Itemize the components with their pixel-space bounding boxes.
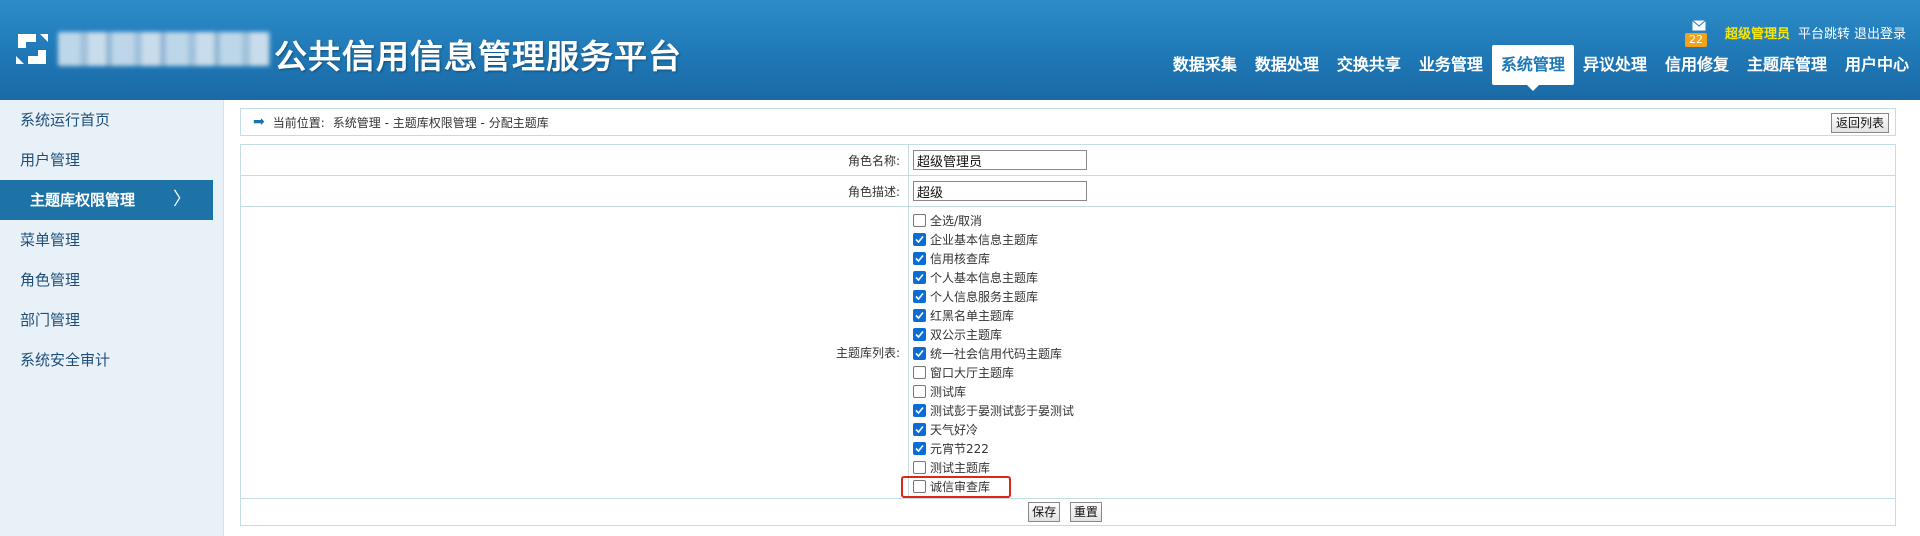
library-label: 企业基本信息主题库 <box>930 233 1039 247</box>
role-desc-input[interactable] <box>913 181 1087 201</box>
library-item[interactable]: 测试彭于晏测试彭于晏测试 <box>913 401 1895 420</box>
library-checkbox[interactable] <box>913 233 926 246</box>
site-title: 公共信用信息管理服务平台 <box>274 37 682 76</box>
library-item[interactable]: 天气好冷 <box>913 420 1895 439</box>
library-list-label: 主题库列表: <box>240 206 909 499</box>
select-all-label: 全选/取消 <box>930 214 983 228</box>
library-label: 窗口大厅主题库 <box>930 366 1015 380</box>
role-desc-label: 角色描述: <box>240 175 909 207</box>
current-user-name[interactable]: 超级管理员 <box>1725 23 1790 42</box>
library-list: 企业基本信息主题库 信用核查库个人基本信息主题库 个人信息服务主题库 红黑名单主题库双… <box>913 230 1895 496</box>
library-item[interactable]: 个人信息服务主题库 <box>913 287 1895 306</box>
platform-jump-link[interactable]: 平台跳转 <box>1798 23 1850 42</box>
library-checkbox[interactable] <box>913 309 926 322</box>
nav-item-3[interactable]: 业务管理 <box>1410 45 1492 85</box>
nav-item-1[interactable]: 数据处理 <box>1246 45 1328 85</box>
chevron-right-icon: 〉 <box>173 189 191 210</box>
library-checkbox[interactable] <box>913 347 926 360</box>
library-checkbox[interactable] <box>913 366 926 379</box>
library-label: 统一社会信用代码主题库 <box>930 347 1063 361</box>
library-label: 红黑名单主题库 <box>930 309 1015 323</box>
library-checkbox[interactable] <box>913 328 926 341</box>
library-checkbox[interactable] <box>913 423 926 436</box>
sidebar-item-4[interactable]: 角色管理 <box>0 260 223 300</box>
role-name-label: 角色名称: <box>240 144 909 176</box>
role-name-input[interactable] <box>913 150 1087 170</box>
role-form: 角色名称: 角色描述: 主题库列表: 全选/取消 企业基本信息主题库信用核查库个… <box>240 144 1896 526</box>
select-all-row[interactable]: 全选/取消 <box>913 211 1895 230</box>
mail-button[interactable]: 22 <box>1684 20 1713 47</box>
logo-icon <box>16 34 48 64</box>
library-label: 个人基本信息主题库 <box>930 271 1039 285</box>
library-checkbox[interactable] <box>913 442 926 455</box>
nav-item-0[interactable]: 数据采集 <box>1164 45 1246 85</box>
nav-item-8[interactable]: 用户中心 <box>1836 45 1918 85</box>
nav-item-6[interactable]: 信用修复 <box>1656 45 1738 85</box>
library-item[interactable]: 诚信审查库 <box>913 477 1895 496</box>
library-item[interactable]: 测试库 <box>913 382 1895 401</box>
sidebar-item-0[interactable]: 系统运行首页 <box>0 100 223 140</box>
breadcrumb: ➡ 当前位置: 系统管理 - 主题库权限管理 - 分配主题库 返回列表 <box>240 108 1896 136</box>
sidebar-item-label: 用户管理 <box>20 151 81 169</box>
library-label: 信用核查库 <box>930 252 991 266</box>
library-label: 天气好冷 <box>930 423 979 437</box>
header: 公共信用信息管理服务平台 22 超级管理员 平台跳转 退出登录 数据采集 数据处理… <box>0 0 1920 100</box>
library-item[interactable]: 双公示主题库 <box>913 325 1895 344</box>
reset-button[interactable]: 重置 <box>1069 502 1102 522</box>
nav-item-4[interactable]: 系统管理 <box>1491 45 1574 91</box>
library-checkbox[interactable] <box>913 271 926 284</box>
mail-icon <box>1692 20 1706 31</box>
breadcrumb-label: 当前位置: <box>272 115 325 130</box>
sidebar-item-label: 主题库权限管理 <box>30 191 136 209</box>
sidebar-item-6[interactable]: 系统安全审计 <box>0 340 223 380</box>
sidebar-item-label: 系统运行首页 <box>20 111 111 129</box>
arrow-right-icon: ➡ <box>253 114 265 130</box>
library-item[interactable]: 测试主题库 <box>913 458 1895 477</box>
sidebar-item-label: 菜单管理 <box>20 231 81 249</box>
sidebar: 系统运行首页 用户管理主题库权限管理 〉菜单管理角色管理部门管理系统安全审计 <box>0 100 224 536</box>
library-label: 测试主题库 <box>930 461 991 475</box>
library-label: 测试库 <box>930 385 967 399</box>
library-item[interactable]: 元宵节222 <box>913 439 1895 458</box>
library-label: 元宵节222 <box>930 442 989 456</box>
highlight-annotation <box>901 476 1011 498</box>
blurred-org-name <box>58 32 270 66</box>
logout-link[interactable]: 退出登录 <box>1854 23 1906 42</box>
user-bar: 22 超级管理员 平台跳转 退出登录 <box>1684 20 1910 47</box>
sidebar-item-label: 角色管理 <box>20 271 81 289</box>
library-item[interactable]: 窗口大厅主题库 <box>913 363 1895 382</box>
sidebar-item-1[interactable]: 用户管理 <box>0 140 223 180</box>
save-button[interactable]: 保存 <box>1028 502 1061 522</box>
top-nav: 数据采集 数据处理 交换共享 业务管理 系统管理 异议处理 信用修复 主题库管理 用户中心 <box>1164 45 1918 91</box>
library-item[interactable]: 企业基本信息主题库 <box>913 230 1895 249</box>
library-item[interactable]: 红黑名单主题库 <box>913 306 1895 325</box>
nav-item-5[interactable]: 异议处理 <box>1574 45 1656 85</box>
sidebar-item-5[interactable]: 部门管理 <box>0 300 223 340</box>
library-label: 双公示主题库 <box>930 328 1003 342</box>
library-item[interactable]: 统一社会信用代码主题库 <box>913 344 1895 363</box>
sidebar-item-label: 部门管理 <box>20 311 81 329</box>
library-checkbox[interactable] <box>913 290 926 303</box>
nav-item-7[interactable]: 主题库管理 <box>1738 45 1836 85</box>
library-label: 个人信息服务主题库 <box>930 290 1039 304</box>
nav-item-2[interactable]: 交换共享 <box>1328 45 1410 85</box>
library-checkbox[interactable] <box>913 252 926 265</box>
library-checkbox[interactable] <box>913 385 926 398</box>
library-checkbox[interactable] <box>913 404 926 417</box>
breadcrumb-path: 系统管理 - 主题库权限管理 - 分配主题库 <box>332 115 549 130</box>
sidebar-item-2[interactable]: 主题库权限管理 〉 <box>0 180 213 220</box>
library-label: 测试彭于晏测试彭于晏测试 <box>930 404 1075 418</box>
library-checkbox[interactable] <box>913 461 926 474</box>
library-item[interactable]: 个人基本信息主题库 <box>913 268 1895 287</box>
sidebar-item-label: 系统安全审计 <box>20 351 111 369</box>
sidebar-item-3[interactable]: 菜单管理 <box>0 220 223 260</box>
select-all-checkbox[interactable] <box>913 214 926 227</box>
back-to-list-button[interactable]: 返回列表 <box>1830 113 1889 133</box>
library-item[interactable]: 信用核查库 <box>913 249 1895 268</box>
